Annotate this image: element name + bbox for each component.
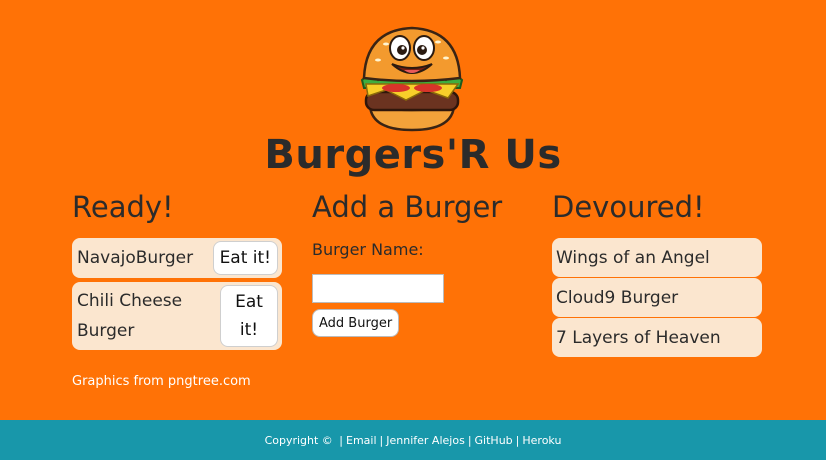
add-burger-heading: Add a Burger xyxy=(312,190,503,224)
ready-item-name: NavajoBurger xyxy=(77,248,194,268)
heroku-link[interactable]: Heroku xyxy=(522,434,561,447)
devoured-list: Wings of an Angel Cloud9 Burger 7 Layers… xyxy=(552,238,762,358)
footer-separator: | xyxy=(379,433,384,447)
devoured-item: Wings of an Angel xyxy=(552,238,762,277)
footer-separator: | xyxy=(467,433,472,447)
copyright-text: Copyright © xyxy=(264,433,333,447)
add-burger-button[interactable]: Add Burger xyxy=(312,309,400,337)
burger-name-input[interactable] xyxy=(312,274,444,303)
ready-item: Chili Cheese Burger Eat it! xyxy=(72,282,282,350)
email-link[interactable]: Email xyxy=(346,434,377,447)
footer-separator: | xyxy=(335,433,344,447)
github-link[interactable]: GitHub xyxy=(475,434,513,447)
footer-separator: | xyxy=(515,433,520,447)
eat-it-button[interactable]: Eat it! xyxy=(212,241,278,275)
burger-name-label: Burger Name: xyxy=(312,240,424,259)
devoured-item: Cloud9 Burger xyxy=(552,278,762,317)
ready-item-name: Chili Cheese Burger xyxy=(77,291,183,341)
ready-item: NavajoBurger Eat it! xyxy=(72,238,282,278)
devoured-heading: Devoured! xyxy=(552,190,705,224)
author-link[interactable]: Jennifer Alejos xyxy=(386,434,465,447)
footer: Copyright © | Email | Jennifer Alejos | … xyxy=(0,420,826,460)
site-title: Burgers'R Us xyxy=(264,132,562,178)
devoured-item: 7 Layers of Heaven xyxy=(552,318,762,357)
eat-it-button[interactable]: Eat it! xyxy=(220,285,278,347)
graphics-credit: Graphics from pngtree.com xyxy=(72,374,251,389)
burger-logo-icon xyxy=(360,26,464,132)
ready-list: NavajoBurger Eat it! Chili Cheese Burger… xyxy=(72,238,282,354)
ready-heading: Ready! xyxy=(72,190,174,224)
